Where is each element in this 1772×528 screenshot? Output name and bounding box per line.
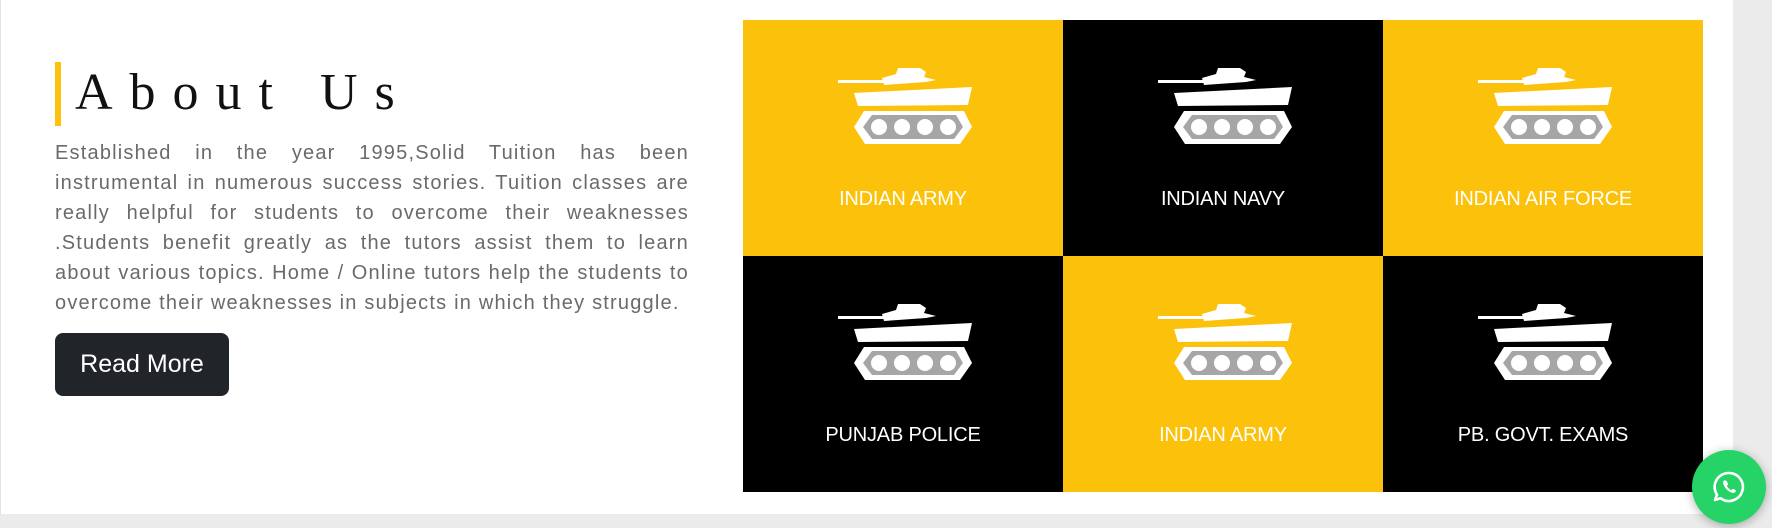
read-more-button[interactable]: Read More [55,333,229,396]
tile-label: INDIAN NAVY [1160,188,1286,210]
about-description: Established in the year 1995,Solid Tuiti… [55,142,689,314]
tile-label: INDIAN AIR FORCE [1454,188,1632,210]
tile-punjab-police[interactable]: PUNJAB POLICE [743,256,1063,492]
page: About Us Established in the year 1995,So… [0,0,1733,514]
tile-indian-army[interactable]: INDIAN ARMY [743,20,1063,256]
tile-pb-govt-exams[interactable]: PB. GOVT. EXAMS [1383,256,1703,492]
tile-label: INDIAN ARMY [839,188,967,210]
tile-label: PB. GOVT. EXAMS [1457,424,1629,446]
tile-label: INDIAN ARMY [1159,424,1287,446]
tile-indian-army-2[interactable]: INDIAN ARMY [1063,256,1383,492]
whatsapp-button[interactable] [1692,450,1766,524]
tile-indian-navy[interactable]: INDIAN NAVY [1063,20,1383,256]
tile-indian-air-force[interactable]: INDIAN AIR FORCE [1383,20,1703,256]
about-section: About Us Established in the year 1995,So… [55,62,689,318]
about-heading: About Us [55,62,689,126]
tile-label: PUNJAB POLICE [825,424,981,446]
whatsapp-icon [1713,471,1745,503]
category-grid: INDIAN ARMY INDIAN NAVY INDIAN AIR FORCE… [743,20,1703,492]
tank-icon [838,304,972,380]
heading-accent-bar [55,62,61,126]
tank-icon [1478,304,1612,380]
tank-icon [1478,68,1612,144]
about-title: About Us [75,64,412,121]
tank-icon [1158,304,1292,380]
tank-icon [1158,68,1292,144]
tank-icon [838,68,972,144]
